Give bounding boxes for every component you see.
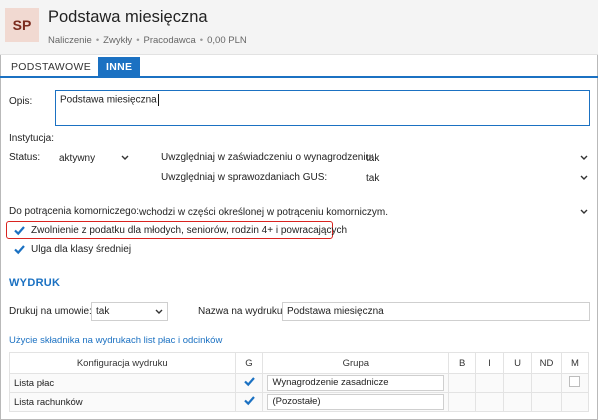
row-i-cell[interactable] <box>475 392 505 412</box>
gus-label: Uwzględniaj w sprawozdaniach GUS: <box>161 172 328 183</box>
zaswiadczenie-value: tak <box>366 153 380 164</box>
tab-inne[interactable]: INNE <box>98 57 141 78</box>
column-header-g: G <box>234 352 264 374</box>
chevron-down-icon <box>580 209 588 214</box>
chevron-down-icon <box>580 155 588 160</box>
row-b-cell[interactable] <box>448 373 477 393</box>
drukuj-label: Drukuj na umowie: <box>9 306 92 317</box>
row-b-cell[interactable] <box>448 392 477 412</box>
chevron-down-icon <box>155 309 163 314</box>
table-row: Lista rachunków (Pozostałe) <box>9 392 590 412</box>
zaswiadczenie-select[interactable]: tak <box>366 152 590 165</box>
row-config: Lista płac <box>9 373 236 393</box>
separator-dot: • <box>95 35 100 46</box>
gus-value: tak <box>366 173 380 184</box>
row-nd-cell[interactable] <box>531 392 562 412</box>
row-grupa-input[interactable]: Wynagrodzenie zasadnicze <box>267 375 445 391</box>
ulga-label: Ulga dla klasy średniej <box>31 244 132 255</box>
row-g-checkbox[interactable] <box>234 392 264 412</box>
column-header-m: M <box>560 352 590 374</box>
tab-podstawowe[interactable]: PODSTAWOWE <box>3 57 99 78</box>
table-header-row: Konfiguracja wydruku G Grupa B I U ND M <box>9 352 590 374</box>
tab-bar: PODSTAWOWE INNE <box>0 57 598 78</box>
row-i-cell[interactable] <box>475 373 505 393</box>
header: SP Podstawa miesięczna Naliczenie • Zwykły… <box>0 0 598 55</box>
page-subtitle: Naliczenie • Zwykły • Pracodawca • 0,00 PLN <box>48 35 247 46</box>
checkmark-icon <box>243 396 255 406</box>
zwolnienie-label: Zwolnienie z podatku dla młodych, senior… <box>31 225 348 236</box>
drukuj-select[interactable]: tak <box>91 302 168 321</box>
subtitle-kind: Zwykły <box>103 35 133 46</box>
row-m-cell[interactable] <box>560 392 590 412</box>
row-u-cell[interactable] <box>503 392 532 412</box>
row-m-checkbox[interactable] <box>569 376 581 387</box>
table-row: Lista płac Wynagrodzenie zasadnicze <box>9 373 590 393</box>
status-select[interactable]: aktywny <box>59 152 134 165</box>
opis-textarea[interactable]: Podstawa miesięczna <box>55 90 590 126</box>
print-config-table: Konfiguracja wydruku G Grupa B I U ND M … <box>9 352 590 412</box>
column-header-grupa: Grupa <box>262 352 450 374</box>
page-title: Podstawa miesięczna <box>48 8 208 26</box>
row-m-cell[interactable] <box>560 373 590 393</box>
komornicze-value: wchodzi w części określonej w potrąceniu… <box>139 207 388 218</box>
column-header-b: B <box>448 352 477 374</box>
zwolnienie-checkbox[interactable] <box>14 225 25 236</box>
column-header-config: Konfiguracja wydruku <box>9 352 236 374</box>
komornicze-select[interactable]: wchodzi w części określonej w potrąceniu… <box>139 206 590 219</box>
chevron-down-icon <box>580 175 588 180</box>
row-u-cell[interactable] <box>503 373 532 393</box>
row-config: Lista rachunków <box>9 392 236 412</box>
separator-dot: • <box>136 35 140 46</box>
separator-dot: • <box>199 35 204 46</box>
checkmark-icon <box>14 245 25 255</box>
column-header-nd: ND <box>531 352 562 374</box>
subtitle-type: Naliczenie <box>48 35 92 46</box>
gus-select[interactable]: tak <box>366 172 590 185</box>
opis-value: Podstawa miesięczna <box>60 94 157 106</box>
nazwa-label: Nazwa na wydruku: <box>198 306 286 317</box>
zaswiadczenie-label: Uwzględniaj w zaświadczeniu o wynagrodze… <box>161 152 374 163</box>
opis-label: Opis: <box>9 96 33 107</box>
chevron-down-icon <box>121 155 129 160</box>
row-nd-cell[interactable] <box>531 373 562 393</box>
usage-link[interactable]: Użycie składnika na wydrukach list płac … <box>9 335 222 346</box>
text-caret <box>157 94 159 106</box>
ulga-checkbox[interactable] <box>14 244 25 255</box>
row-g-checkbox[interactable] <box>234 373 264 393</box>
nazwa-input[interactable]: Podstawa miesięczna <box>282 302 590 321</box>
checkmark-icon <box>243 377 255 387</box>
column-header-u: U <box>503 352 532 374</box>
section-title-wydruk: WYDRUK <box>9 277 61 289</box>
drukuj-value: tak <box>96 306 110 317</box>
checkmark-icon <box>14 226 25 236</box>
komornicze-label: Do potrącenia komorniczego: <box>9 206 140 217</box>
instytucja-label: Instytucja: <box>9 133 55 144</box>
subtitle-amount: 0,00 PLN <box>207 35 247 46</box>
status-value: aktywny <box>59 153 96 164</box>
status-label: Status: <box>9 152 41 163</box>
column-header-i: I <box>475 352 505 374</box>
row-grupa-input[interactable]: (Pozostałe) <box>267 394 445 410</box>
subtitle-payer: Pracodawca <box>143 35 196 46</box>
avatar: SP <box>5 8 39 42</box>
